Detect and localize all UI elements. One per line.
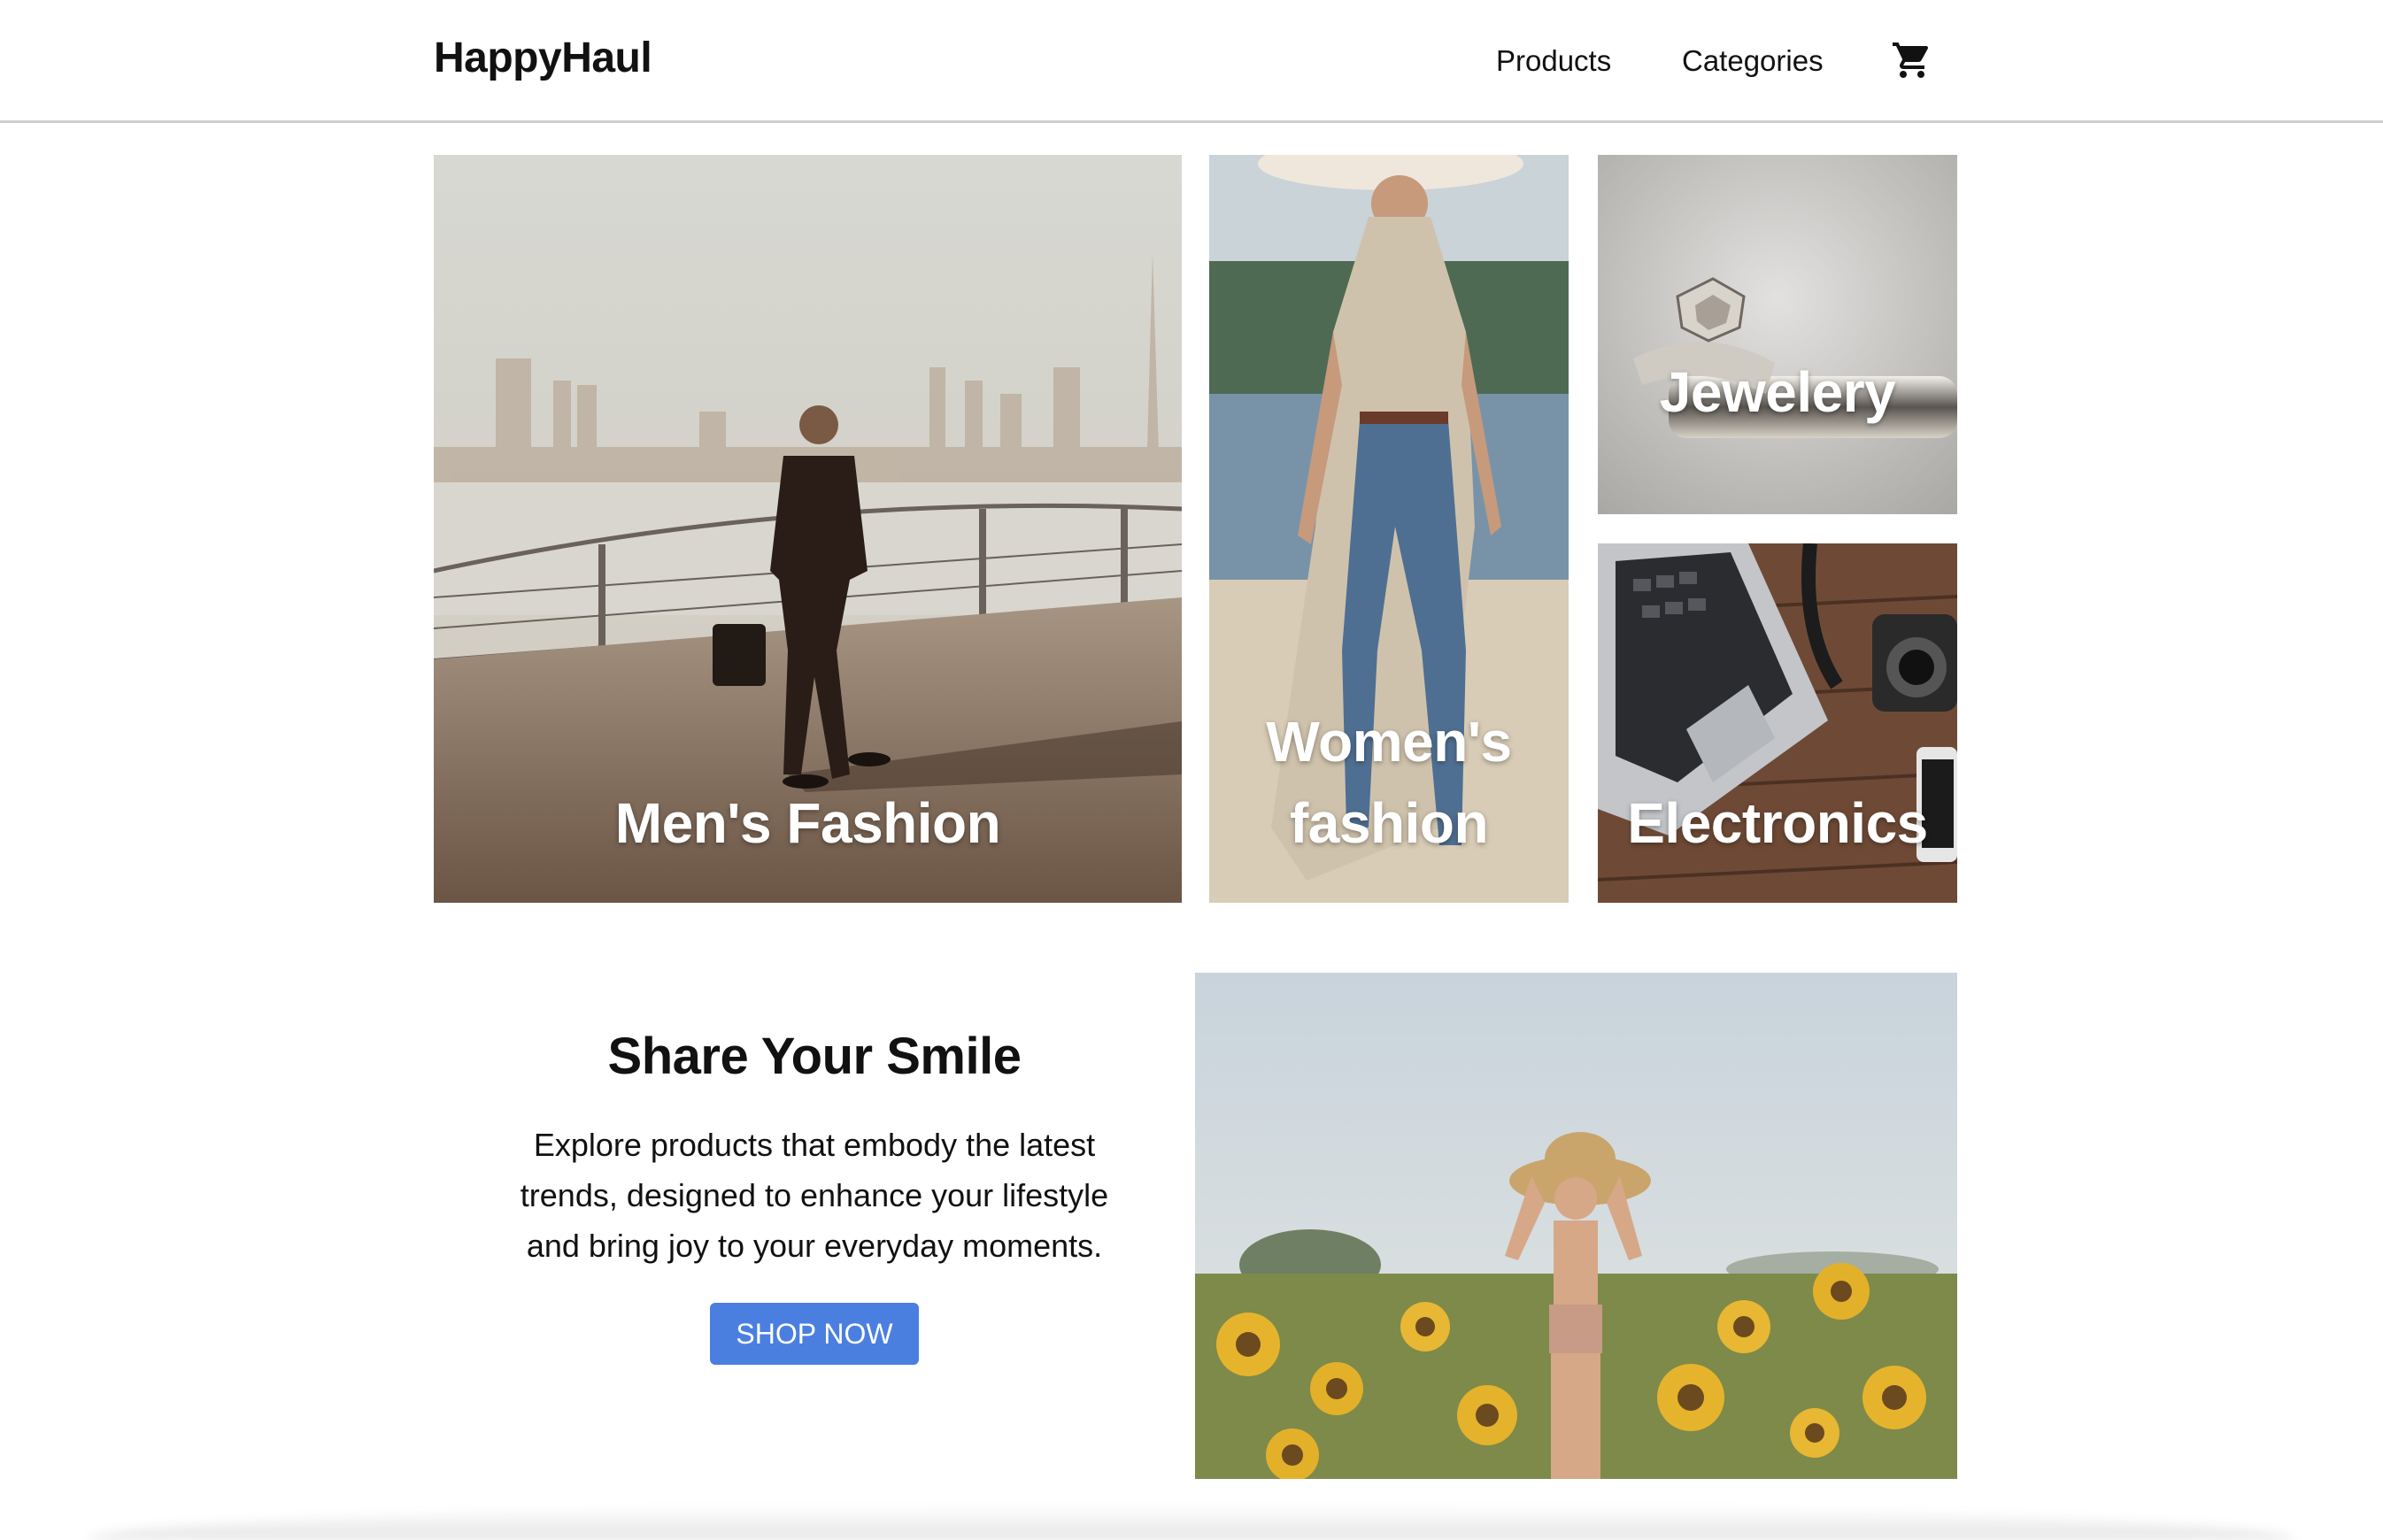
category-label-electronics: Electronics bbox=[1627, 791, 1928, 855]
brand-logo[interactable]: HappyHaul bbox=[434, 34, 652, 82]
category-tile-electronics[interactable]: Electronics bbox=[1598, 543, 1957, 903]
category-label-womens: Women's fashion bbox=[1266, 701, 1512, 903]
promo-description: Explore products that embody the latest … bbox=[505, 1120, 1124, 1271]
nav-categories[interactable]: Categories bbox=[1682, 44, 1824, 78]
category-tile-jewelery[interactable]: Jewelery bbox=[1598, 155, 1957, 514]
promo-text-line2: trends, designed to enhance your lifesty… bbox=[520, 1177, 1109, 1213]
site-header: HappyHaul Products Categories bbox=[0, 0, 2383, 123]
category-label-womens-line2: fashion bbox=[1289, 791, 1489, 855]
shop-now-button[interactable]: SHOP NOW bbox=[710, 1303, 919, 1365]
category-label-jewelery: Jewelery bbox=[1659, 360, 1896, 424]
promo-text-line3: and bring joy to your everyday moments. bbox=[526, 1228, 1103, 1264]
sunflower-field-image bbox=[1195, 973, 1957, 1479]
promo-image bbox=[1195, 973, 1957, 1479]
shopping-cart-icon[interactable] bbox=[1891, 39, 1933, 81]
category-tile-womens-fashion[interactable]: Women's fashion bbox=[1209, 155, 1569, 903]
promo-title: Share Your Smile bbox=[607, 1028, 1022, 1085]
nav-products[interactable]: Products bbox=[1496, 44, 1611, 78]
promo-text-line1: Explore products that embody the latest bbox=[533, 1127, 1096, 1163]
category-label-womens-line1: Women's bbox=[1266, 710, 1512, 774]
jewelery-image bbox=[1598, 155, 1957, 514]
category-tile-mens-fashion[interactable]: Men's Fashion bbox=[434, 155, 1182, 903]
category-label-mens: Men's Fashion bbox=[614, 791, 1001, 855]
footer-shadow bbox=[89, 1505, 2294, 1540]
